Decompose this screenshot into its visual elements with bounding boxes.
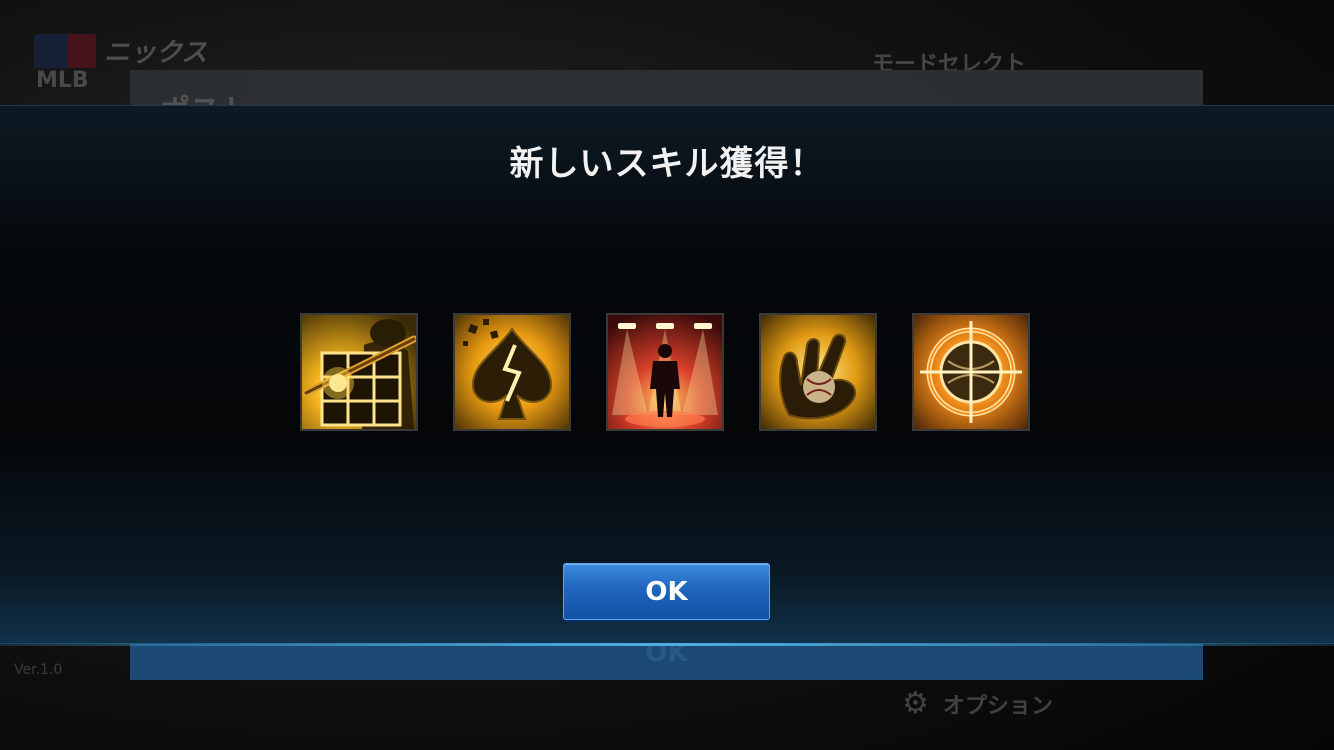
dialog-title: 新しいスキル獲得！	[509, 144, 825, 184]
batter-grid-skill-icon[interactable]	[300, 313, 418, 431]
mlb-logo-icon	[34, 34, 96, 68]
game-title: ニックス	[104, 38, 208, 68]
new-skill-dialog: 新しいスキル獲得！ OK	[0, 105, 1334, 646]
fork-ball-grip-skill-icon[interactable]	[759, 313, 877, 431]
option-menu-item: ⚙ オプション	[902, 688, 1053, 720]
option-label: オプション	[942, 694, 1053, 719]
broken-spade-skill-icon[interactable]	[453, 313, 571, 431]
target-baseball-skill-icon[interactable]	[912, 313, 1030, 431]
ok-button[interactable]: OK	[563, 563, 770, 620]
dialog-bottom-glow	[0, 643, 1334, 646]
gear-icon: ⚙	[902, 686, 929, 721]
stage-spotlight-skill-icon[interactable]	[606, 313, 724, 431]
game-screen: MLB ニックス モードセレクト ポスト OK Ver.1.0 ⚙ オプション …	[0, 0, 1334, 750]
skill-icon-list	[300, 313, 1034, 435]
footer-small-text: Ver.1.0	[14, 662, 63, 678]
mlb-logo-text: MLB	[36, 68, 89, 93]
